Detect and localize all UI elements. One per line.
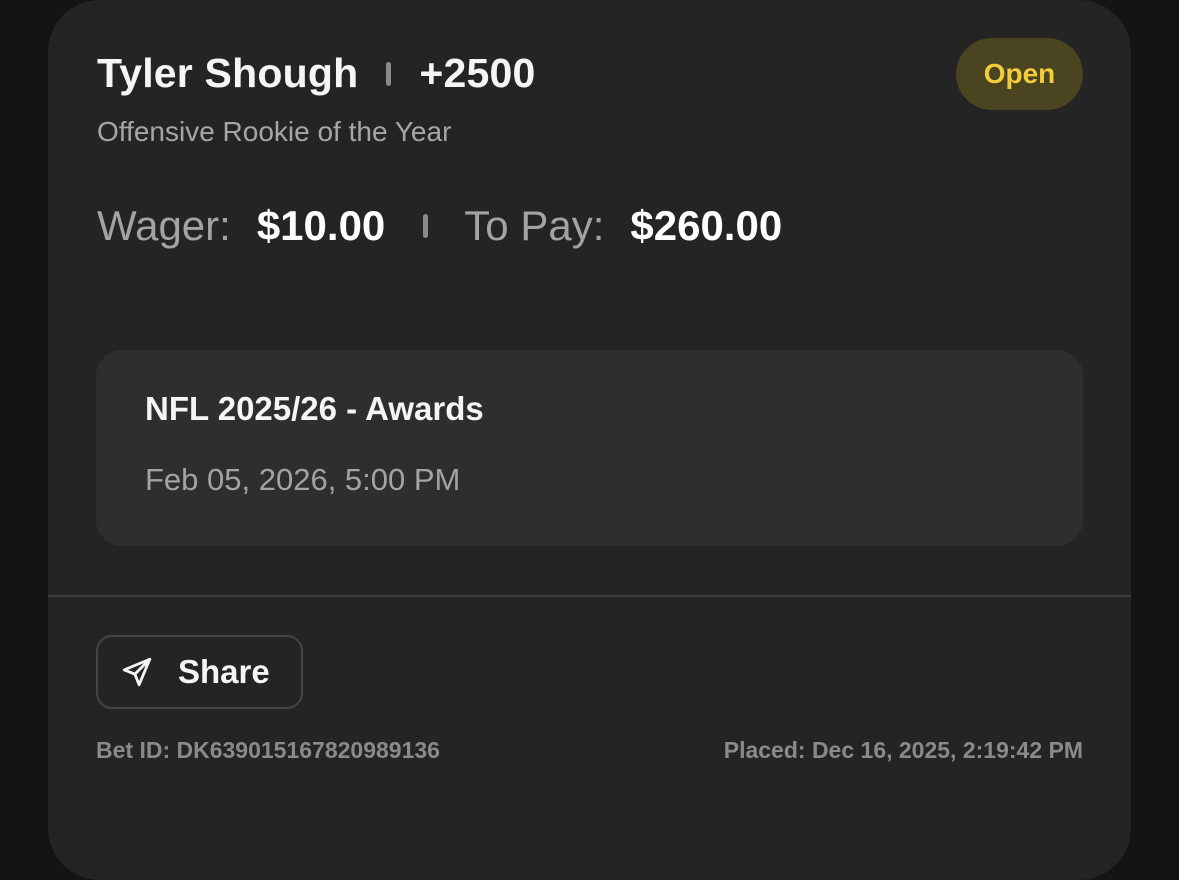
amounts-divider xyxy=(423,214,429,238)
header-divider xyxy=(386,61,392,86)
placed-timestamp: Placed: Dec 16, 2025, 2:19:42 PM xyxy=(723,737,1083,763)
section-divider xyxy=(48,595,1131,597)
status-badge: Open xyxy=(956,38,1083,110)
wager-value: $10.00 xyxy=(256,202,386,249)
bet-card: Tyler Shough +2500 Offensive Rookie of t… xyxy=(48,0,1131,880)
wager-label: Wager: xyxy=(97,202,231,249)
amounts-row: Wager: $10.00 To Pay: $260.00 xyxy=(97,202,782,250)
bet-id: Bet ID: DK639015167820989136 xyxy=(96,737,440,763)
paper-plane-icon xyxy=(120,655,154,689)
odds-value: +2500 xyxy=(419,50,536,96)
share-button[interactable]: Share xyxy=(96,635,303,709)
event-date: Feb 05, 2026, 5:00 PM xyxy=(145,462,461,497)
share-label: Share xyxy=(178,653,270,690)
event-info-box[interactable]: NFL 2025/26 - Awards Feb 05, 2026, 5:00 … xyxy=(96,350,1083,546)
event-title: NFL 2025/26 - Awards xyxy=(145,390,484,427)
topay-value: $260.00 xyxy=(630,202,783,249)
topay-label: To Pay: xyxy=(464,202,605,249)
market-name: Offensive Rookie of the Year xyxy=(97,116,452,147)
bet-header: Tyler Shough +2500 xyxy=(97,50,535,97)
selection-name: Tyler Shough xyxy=(97,50,359,96)
